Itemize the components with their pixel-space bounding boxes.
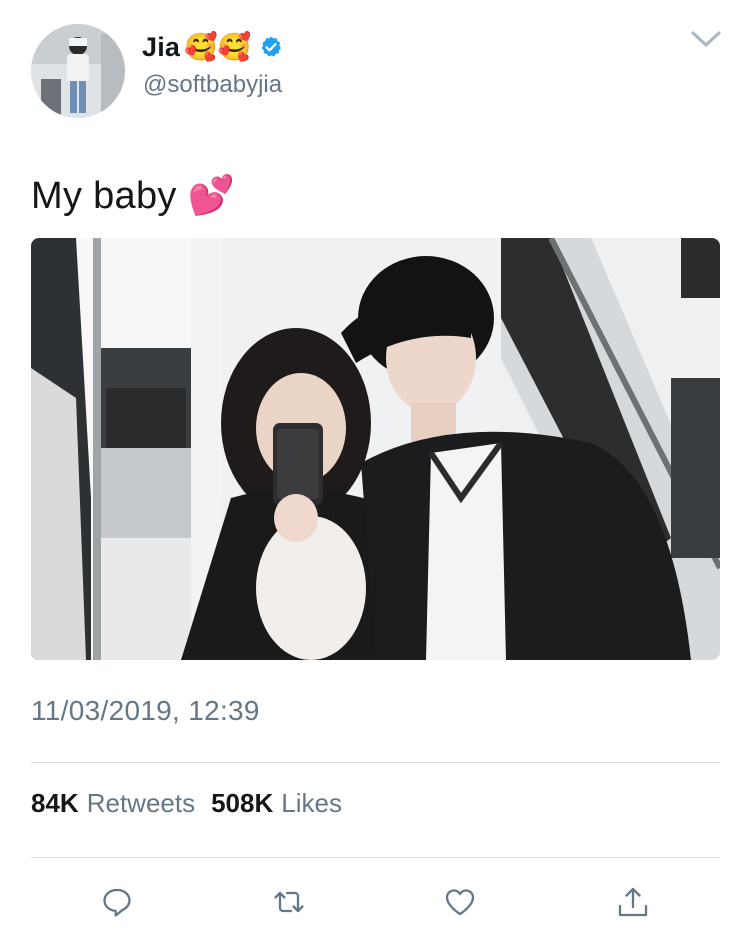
retweet-icon (274, 891, 304, 913)
tweet-actions (0, 882, 750, 926)
chevron-down-icon[interactable] (690, 28, 722, 50)
divider (31, 857, 720, 858)
avatar[interactable] (31, 24, 125, 118)
reply-icon (103, 888, 131, 917)
name-emojis: 🥰🥰 (184, 31, 252, 63)
likes-label[interactable]: Likes (281, 788, 342, 819)
retweet-button[interactable] (269, 882, 309, 922)
display-name[interactable]: Jia (142, 32, 180, 63)
tweet-timestamp: 11/03/2019, 12:39 (31, 695, 260, 726)
avatar-image (31, 24, 125, 118)
likes-count[interactable]: 508K (211, 788, 273, 819)
user-handle[interactable]: @softbabyjia (143, 71, 282, 99)
retweets-count[interactable]: 84K (31, 788, 79, 819)
divider (31, 762, 720, 763)
tweet-stats: 84K Retweets 508K Likes (31, 788, 350, 819)
verified-badge-icon (262, 36, 282, 57)
like-button[interactable] (440, 882, 480, 922)
reply-button[interactable] (97, 882, 137, 922)
retweets-label[interactable]: Retweets (87, 788, 195, 819)
heart-icon (445, 889, 475, 916)
share-icon (618, 887, 648, 917)
user-name-row: Jia 🥰🥰 (142, 30, 283, 64)
tweet-text: My baby 💕 (31, 175, 236, 217)
tweet-media[interactable] (31, 238, 720, 660)
share-button[interactable] (613, 882, 653, 922)
couple-selfie-photo (31, 238, 720, 660)
